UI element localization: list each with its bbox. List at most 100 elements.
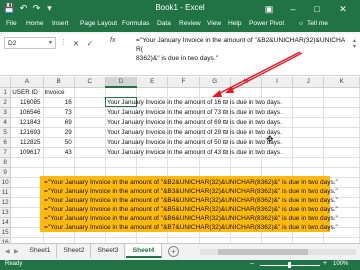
zoom-slider-knob[interactable] (288, 262, 291, 268)
row-header[interactable]: 8 (0, 157, 12, 168)
column-header-d[interactable]: D (105, 77, 138, 88)
cancel-icon[interactable]: ✕ (70, 37, 82, 49)
tab-help[interactable]: Help (228, 20, 242, 27)
tab-data[interactable]: Data (157, 20, 171, 27)
cell-a1[interactable]: USER ID (10, 87, 44, 98)
cell[interactable] (74, 137, 106, 148)
row-header[interactable]: 5 (0, 127, 12, 138)
zoom-level[interactable]: 100% (333, 261, 348, 267)
cell[interactable] (105, 87, 138, 98)
sheet-tab-4[interactable]: Sheet4 (126, 244, 162, 258)
tell-me-box[interactable]: ☼ Tell me (298, 20, 328, 27)
row-header[interactable]: 2 (0, 97, 12, 108)
redo-icon[interactable]: ↷ (31, 3, 42, 14)
column-header-e[interactable]: E (136, 77, 169, 88)
cell-user-id[interactable]: 106546 (10, 107, 44, 118)
tab-view[interactable]: View (207, 20, 221, 27)
insert-function-button[interactable]: fx (110, 37, 115, 44)
cell[interactable] (323, 127, 360, 138)
cell[interactable] (323, 147, 360, 158)
cell-invoice[interactable]: 43 (43, 147, 75, 158)
cell-invoice[interactable]: 73 (43, 107, 75, 118)
cell[interactable] (10, 227, 44, 238)
cell-user-id[interactable]: 121693 (10, 127, 44, 138)
sheet-tab-3[interactable]: Sheet3 (92, 244, 125, 258)
row-header[interactable]: 13 (0, 207, 12, 218)
cell-b1[interactable]: Invoice (43, 87, 75, 98)
cell[interactable] (292, 137, 325, 148)
cell-user-id[interactable]: 116085 (10, 97, 44, 108)
sheet-tab-1[interactable]: Sheet1 (24, 244, 57, 258)
cell-d2-selected[interactable]: Your January Invoice in the amount of 16… (105, 97, 282, 108)
column-header-g[interactable]: G (199, 77, 231, 88)
cell[interactable] (261, 157, 294, 168)
cell-message-d[interactable]: Your January Invoice in the amount of 50… (105, 137, 282, 148)
cell[interactable] (74, 147, 106, 158)
cell[interactable] (230, 157, 262, 168)
select-all-corner[interactable] (0, 77, 12, 88)
row-header[interactable]: 4 (0, 117, 12, 128)
row-header[interactable]: 7 (0, 147, 12, 158)
cell[interactable] (10, 167, 44, 178)
row-header[interactable]: 1 (0, 87, 12, 98)
formula-bar-scroll-icon[interactable]: ▲ ▼ (352, 38, 357, 50)
cell-user-id[interactable]: 109617 (10, 147, 44, 158)
cell[interactable] (74, 127, 106, 138)
row-header[interactable]: 12 (0, 197, 12, 208)
tab-home[interactable]: Home (26, 20, 44, 27)
cell-message-d[interactable]: Your January Invoice in the amount of 29… (105, 127, 282, 138)
row-header[interactable]: 6 (0, 137, 12, 148)
scrollbar-thumb[interactable] (218, 249, 308, 255)
cell-invoice[interactable]: 50 (43, 137, 75, 148)
cell[interactable] (105, 157, 138, 168)
cell[interactable] (323, 117, 360, 128)
cell[interactable] (74, 97, 106, 108)
chevron-down-icon[interactable]: ▼ (48, 40, 53, 46)
cell[interactable] (292, 147, 325, 158)
cell-message-d[interactable]: Your January Invoice in the amount of 73… (105, 107, 282, 118)
sheet-prev-icon[interactable]: ◀ (5, 248, 10, 255)
cell[interactable] (292, 97, 325, 108)
formula-input[interactable]: ="Your January Invoice in the amount of … (136, 36, 348, 63)
cell[interactable] (261, 87, 294, 98)
cell[interactable] (292, 127, 325, 138)
cell[interactable] (43, 157, 75, 168)
row-header[interactable]: 10 (0, 177, 12, 188)
cell[interactable] (74, 87, 106, 98)
column-header-k[interactable]: K (323, 77, 360, 88)
cell[interactable] (136, 87, 169, 98)
cell[interactable] (167, 157, 200, 168)
cell[interactable] (199, 157, 231, 168)
add-sheet-button[interactable]: + (168, 246, 179, 257)
tab-file[interactable]: File (6, 20, 17, 27)
column-header-b[interactable]: B (43, 77, 75, 88)
row-header[interactable]: 11 (0, 187, 12, 198)
zoom-out-button[interactable]: – (250, 260, 254, 267)
cell-message-d[interactable]: Your January Invoice in the amount of 43… (105, 147, 282, 158)
tab-page-layout[interactable]: Page Layout (80, 20, 117, 27)
cell-invoice[interactable]: 69 (43, 117, 75, 128)
cell[interactable] (292, 107, 325, 118)
cell[interactable] (74, 107, 106, 118)
name-box[interactable]: D2 ▼ (4, 37, 56, 49)
horizontal-scrollbar[interactable] (200, 249, 356, 255)
cell[interactable] (10, 207, 44, 218)
column-header-j[interactable]: J (292, 77, 325, 88)
cell[interactable] (10, 197, 44, 208)
cell-user-id[interactable]: 121843 (10, 117, 44, 128)
undo-icon[interactable]: ↶ (18, 3, 29, 14)
cell[interactable] (167, 87, 200, 98)
column-header-i[interactable]: I (261, 77, 294, 88)
cell[interactable] (74, 157, 106, 168)
cell[interactable] (292, 117, 325, 128)
cell[interactable] (199, 87, 231, 98)
column-header-f[interactable]: F (167, 77, 200, 88)
cell[interactable] (292, 87, 325, 98)
enter-icon[interactable]: ✓ (84, 37, 96, 49)
tab-power-pivot[interactable]: Power Pivot (249, 20, 284, 27)
row-header[interactable]: 14 (0, 217, 12, 228)
cell-invoice[interactable]: 29 (43, 127, 75, 138)
zoom-in-button[interactable]: + (323, 260, 327, 267)
column-header-h[interactable]: H (230, 77, 262, 88)
ribbon-display-options-icon[interactable]: ▣ (258, 0, 280, 18)
